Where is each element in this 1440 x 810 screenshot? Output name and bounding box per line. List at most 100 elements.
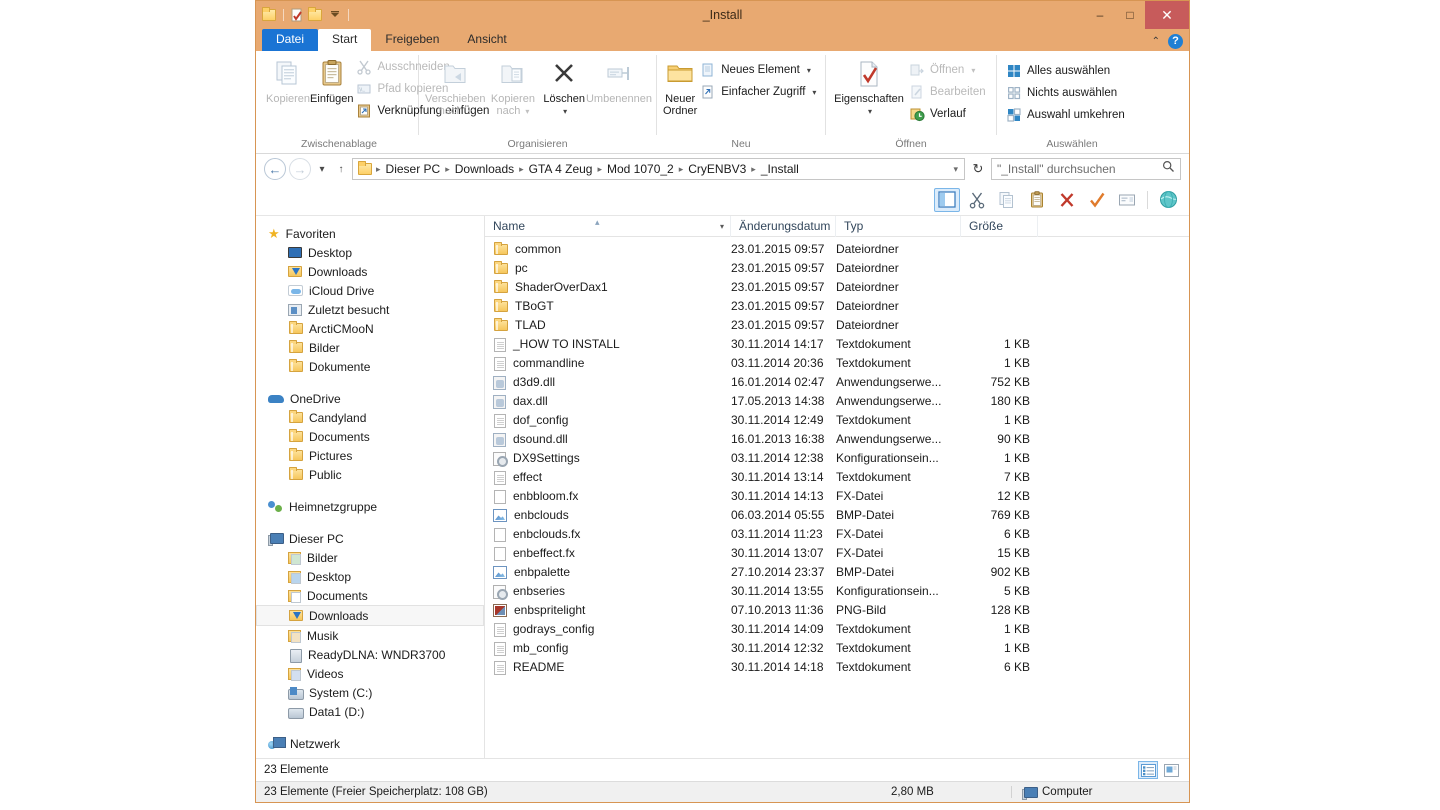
forward-button[interactable]: → xyxy=(289,158,311,180)
chevron-down-icon[interactable]: ▾ xyxy=(971,66,975,75)
sidebar-item-musik[interactable]: Musik xyxy=(256,626,484,645)
history-button[interactable]: Verlauf xyxy=(906,104,989,124)
table-row[interactable]: pc 23.01.2015 09:57 Dateiordner xyxy=(485,259,1189,278)
sidebar-item-system-c[interactable]: System (C:) xyxy=(256,683,484,702)
breadcrumb-item[interactable]: CryENBV3 xyxy=(685,162,749,176)
properties-icon[interactable] xyxy=(289,7,305,23)
sidebar-item-pictures-od[interactable]: Pictures xyxy=(256,446,484,465)
tab-freigeben[interactable]: Freigeben xyxy=(371,29,453,51)
tab-ansicht[interactable]: Ansicht xyxy=(453,29,520,51)
rename-button[interactable]: Umbenennen xyxy=(586,55,652,138)
chevron-down-icon[interactable]: ▾ xyxy=(807,66,811,75)
paste-button[interactable]: Einfügen xyxy=(310,55,353,138)
maximize-button[interactable]: □ xyxy=(1115,1,1145,29)
delete-icon[interactable] xyxy=(1054,188,1080,212)
easy-access-button[interactable]: Einfacher Zugriff ▾ xyxy=(697,82,819,102)
table-row[interactable]: commandline 03.11.2014 20:36 Textdokument 1… xyxy=(485,354,1189,373)
column-header-size[interactable]: Größe xyxy=(961,215,1038,237)
nav-header-favoriten[interactable]: ★ Favoriten xyxy=(256,224,484,243)
search-input[interactable]: "_Install" durchsuchen xyxy=(991,158,1181,180)
breadcrumb-item[interactable]: Downloads xyxy=(452,162,517,176)
column-header-date[interactable]: Änderungsdatum xyxy=(731,215,836,237)
sidebar-item-articmoon[interactable]: ArctiCMooN xyxy=(256,319,484,338)
table-row[interactable]: DX9Settings 03.11.2014 12:38 Konfiguration… xyxy=(485,449,1189,468)
cut-icon[interactable] xyxy=(964,188,990,212)
column-header-name[interactable]: Name ▴ ▾ xyxy=(485,215,731,237)
folder-icon[interactable] xyxy=(262,7,278,23)
sidebar-item-readydlna[interactable]: ReadyDLNA: WNDR3700 xyxy=(256,645,484,664)
copy-button[interactable]: Kopieren xyxy=(266,55,310,138)
breadcrumb-item-current[interactable]: _Install xyxy=(758,162,802,176)
details-view-icon[interactable] xyxy=(1138,761,1158,779)
sidebar-item-desktop[interactable]: Desktop xyxy=(256,243,484,262)
address-input[interactable]: ▸ Dieser PC ▸ Downloads ▸ GTA 4 Zeug ▸ M… xyxy=(352,158,965,180)
breadcrumb-item[interactable]: Mod 1070_2 xyxy=(604,162,677,176)
table-row[interactable]: TBoGT 23.01.2015 09:57 Dateiordner xyxy=(485,297,1189,316)
globe-icon[interactable] xyxy=(1155,188,1181,212)
sidebar-item-zuletzt-besucht[interactable]: Zuletzt besucht xyxy=(256,300,484,319)
table-row[interactable]: dsound.dll 16.01.2013 16:38 Anwendungserwe… xyxy=(485,430,1189,449)
open-button[interactable]: Öffnen ▾ xyxy=(906,60,989,80)
table-row[interactable]: enbeffect.fx 30.11.2014 13:07 FX-Datei 15 K… xyxy=(485,544,1189,563)
recent-locations-button[interactable]: ▾ xyxy=(314,164,330,175)
table-row[interactable]: enbclouds 06.03.2014 05:55 BMP-Datei 769 KB xyxy=(485,506,1189,525)
chevron-down-icon[interactable] xyxy=(327,7,343,23)
column-header-type[interactable]: Typ xyxy=(836,215,961,237)
sidebar-item-documents-pc[interactable]: Documents xyxy=(256,586,484,605)
table-row[interactable]: README 30.11.2014 14:18 Textdokument 6 KB xyxy=(485,658,1189,677)
paste-icon[interactable] xyxy=(1024,188,1050,212)
sidebar-item-downloads[interactable]: Downloads xyxy=(256,262,484,281)
sidebar-item-bilder[interactable]: Bilder xyxy=(256,548,484,567)
back-button[interactable]: ← xyxy=(264,158,286,180)
up-button[interactable]: ↑ xyxy=(333,164,349,175)
sidebar-item-icloud-drive[interactable]: iCloud Drive xyxy=(256,281,484,300)
copy-to-button[interactable]: Kopieren nach ▾ xyxy=(486,55,541,138)
table-row[interactable]: effect 30.11.2014 13:14 Textdokument 7 KB xyxy=(485,468,1189,487)
help-icon[interactable]: ? xyxy=(1168,34,1183,49)
column-options-icon[interactable]: ▾ xyxy=(720,216,724,237)
address-dropdown-icon[interactable]: ▾ xyxy=(953,164,958,175)
table-row[interactable]: common 23.01.2015 09:57 Dateiordner xyxy=(485,240,1189,259)
table-row[interactable]: ShaderOverDax1 23.01.2015 09:57 Dateiordne… xyxy=(485,278,1189,297)
table-row[interactable]: TLAD 23.01.2015 09:57 Dateiordner xyxy=(485,316,1189,335)
breadcrumb-item[interactable]: GTA 4 Zeug xyxy=(526,162,596,176)
new-item-button[interactable]: Neues Element ▾ xyxy=(697,60,819,80)
chevron-down-icon[interactable]: ▾ xyxy=(812,88,816,97)
table-row[interactable]: enbpalette 27.10.2014 23:37 BMP-Datei 902 K… xyxy=(485,563,1189,582)
properties-button[interactable]: Eigenschaften ▾ xyxy=(832,55,906,138)
breadcrumb-item[interactable]: Dieser PC xyxy=(383,162,444,176)
table-row[interactable]: d3d9.dll 16.01.2014 02:47 Anwendungserwe..… xyxy=(485,373,1189,392)
rename-icon[interactable] xyxy=(1114,188,1140,212)
invert-selection-button[interactable]: Auswahl umkehren xyxy=(1003,105,1128,125)
sidebar-item-videos[interactable]: Videos xyxy=(256,664,484,683)
select-all-button[interactable]: Alles auswählen xyxy=(1003,61,1128,81)
table-row[interactable]: godrays_config 30.11.2014 14:09 Textdokume… xyxy=(485,620,1189,639)
table-row[interactable]: enbspritelight 07.10.2013 11:36 PNG-Bild 12… xyxy=(485,601,1189,620)
tab-datei[interactable]: Datei xyxy=(262,29,319,51)
sidebar-item-public-od[interactable]: Public xyxy=(256,465,484,484)
select-none-button[interactable]: Nichts auswählen xyxy=(1003,83,1128,103)
sidebar-item-candyland[interactable]: Candyland xyxy=(256,408,484,427)
preview-pane-icon[interactable] xyxy=(934,187,960,212)
edit-button[interactable]: Bearbeiten xyxy=(906,82,989,102)
sidebar-item-documents-od[interactable]: Documents xyxy=(256,427,484,446)
checkmark-icon[interactable] xyxy=(1084,188,1110,212)
sidebar-item-data1-d[interactable]: Data1 (D:) xyxy=(256,702,484,721)
copy-icon[interactable] xyxy=(994,188,1020,212)
minimize-button[interactable]: – xyxy=(1085,1,1115,29)
table-row[interactable]: _HOW TO INSTALL 30.11.2014 14:17 Textdokum… xyxy=(485,335,1189,354)
move-to-button[interactable]: Verschieben nach ▾ xyxy=(425,55,486,138)
tab-start[interactable]: Start xyxy=(318,29,372,51)
large-icons-view-icon[interactable] xyxy=(1161,761,1181,779)
table-row[interactable]: enbbloom.fx 30.11.2014 14:13 FX-Datei 12 KB xyxy=(485,487,1189,506)
sidebar-item-downloads-pc[interactable]: Downloads xyxy=(256,605,484,626)
table-row[interactable]: dax.dll 17.05.2013 14:38 Anwendungserwe...… xyxy=(485,392,1189,411)
table-row[interactable]: mb_config 30.11.2014 12:32 Textdokument 1 K… xyxy=(485,639,1189,658)
nav-header-netzwerk[interactable]: Netzwerk xyxy=(256,734,484,753)
table-row[interactable]: dof_config 30.11.2014 12:49 Textdokument 1 … xyxy=(485,411,1189,430)
close-button[interactable]: ✕ xyxy=(1145,1,1189,29)
sidebar-item-bilder-fav[interactable]: Bilder xyxy=(256,338,484,357)
table-row[interactable]: enbclouds.fx 03.11.2014 11:23 FX-Datei 6 KB xyxy=(485,525,1189,544)
refresh-button[interactable]: ↻ xyxy=(968,161,988,177)
nav-header-onedrive[interactable]: OneDrive xyxy=(256,389,484,408)
